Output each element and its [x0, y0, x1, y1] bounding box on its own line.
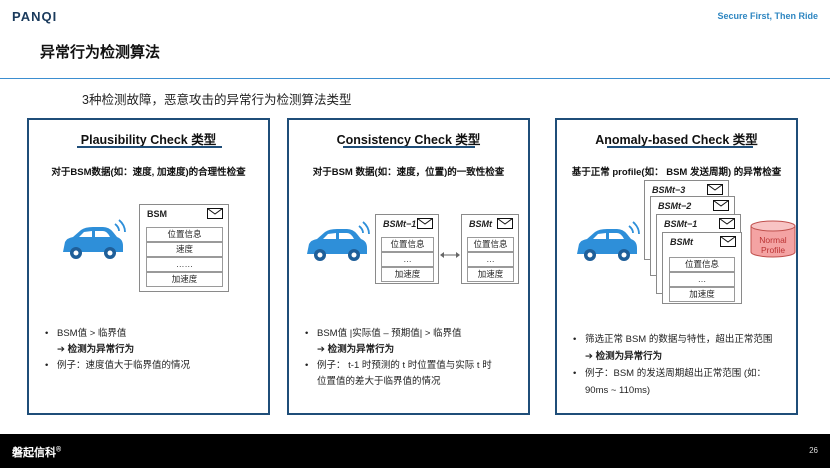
footer-brand: 磐起信科® — [12, 444, 61, 460]
bullet-item: 例子：速度值大于临界值的情况 — [45, 358, 190, 374]
bullet-item-continuation: 位置值的差大于临界值的情况 — [317, 376, 441, 387]
bsm-message-previous: BSMt−1 位置信息 … 加速度 — [375, 214, 439, 284]
title-underline — [607, 146, 753, 148]
bullet-item: BSM值 |实际值 – 预期值| > 临界值 — [305, 326, 492, 342]
panel-description: 对于BSM数据(如：速度, 加速度)的合理性检查 — [51, 167, 246, 178]
panel-anomaly-based-check: Anomaly-based Check 类型 基于正常 profile(如： B… — [555, 118, 798, 415]
bullet-list: BSM值 |实际值 – 预期值| > 临界值 ➔ 检测为异常行为 例子： t-1… — [305, 326, 492, 390]
panel-description: 基于正常 profile(如： BSM 发送周期) 的异常检查 — [571, 167, 782, 178]
bullet-item: 筛选正常 BSM 的数据与特性，超出正常范围 — [573, 331, 772, 348]
bsm-field: 加速度 — [146, 272, 223, 287]
car-icon — [63, 219, 126, 259]
bsm-message: BSM 位置信息 速度 …… 加速度 — [139, 204, 229, 292]
title-underline — [77, 146, 222, 148]
bullet-item: 例子： t-1 时预测的 t 时位置值与实际 t 时 — [305, 358, 492, 374]
bsm-field: 加速度 — [381, 267, 434, 282]
bsm-title: BSMt−1 — [664, 219, 698, 229]
bsm-field: … — [381, 252, 434, 267]
envelope-icon — [207, 208, 223, 219]
bsm-field: 速度 — [146, 242, 223, 257]
envelope-icon — [720, 236, 736, 247]
car-icon — [577, 221, 640, 261]
footer-brand-name: 磐起信科 — [12, 447, 56, 459]
slide-subtitle: 3种检测故障，恶意攻击的异常行为检测算法类型 — [82, 93, 352, 107]
page-number: 26 — [809, 446, 818, 455]
bsm-field: 加速度 — [669, 287, 735, 302]
envelope-icon — [497, 218, 513, 229]
bsm-title: BSMt — [670, 237, 693, 247]
bsm-field: 位置信息 — [381, 237, 434, 252]
normal-profile-line: Normal — [759, 235, 787, 245]
footer-bar: 磐起信科® 26 — [0, 434, 830, 468]
car-icon — [307, 221, 370, 261]
page-title: 异常行为检测算法 — [40, 44, 161, 61]
tagline: Secure First, Then Ride — [717, 11, 818, 21]
compare-arrow-icon — [440, 252, 460, 258]
title-underline — [343, 146, 475, 148]
result-arrow: ➔ 检测为异常行为 — [585, 351, 663, 362]
bsm-field: 位置信息 — [467, 237, 514, 252]
bsm-field: 加速度 — [467, 267, 514, 282]
bullet-list: 筛选正常 BSM 的数据与特性，超出正常范围 ➔ 检测为异常行为 例子：BSM … — [573, 331, 772, 399]
bsm-field: 位置信息 — [146, 227, 223, 242]
bsm-title: BSMt−1 — [383, 219, 417, 229]
panel-plausibility-check: Plausibility Check 类型 对于BSM数据(如：速度, 加速度)… — [27, 118, 270, 415]
normal-profile-label: Normal Profile — [751, 235, 795, 255]
bsm-title: BSM — [147, 209, 167, 219]
result-arrow: ➔ 检测为异常行为 — [57, 344, 135, 355]
bsm-field: … — [467, 252, 514, 267]
bsm-field: …… — [146, 257, 223, 272]
bullet-item: 例子：BSM 的发送周期超出正常范围 (如： — [573, 365, 772, 382]
bsm-field: … — [669, 272, 735, 287]
logo-text: PANQI — [12, 9, 58, 24]
result-arrow: ➔ 检测为异常行为 — [317, 344, 395, 355]
bsm-title: BSMt−2 — [658, 201, 692, 211]
envelope-icon — [719, 218, 735, 229]
normal-profile-line: Profile — [760, 245, 786, 255]
panel-description: 对于BSM 数据(如：速度，位置)的一致性检查 — [312, 167, 505, 178]
bsm-field: 位置信息 — [669, 257, 735, 272]
bullet-item: BSM值 > 临界值 — [45, 326, 190, 342]
envelope-icon — [713, 200, 729, 211]
panel-consistency-check: Consistency Check 类型 对于BSM 数据(如：速度，位置)的一… — [287, 118, 530, 415]
company-logo: PANQI — [12, 9, 57, 24]
bsm-message-current: BSMt 位置信息 … 加速度 — [461, 214, 519, 284]
envelope-icon — [417, 218, 433, 229]
registered-mark: ® — [56, 446, 62, 454]
header-divider — [0, 78, 830, 79]
bullet-item-continuation: 90ms ~ 110ms) — [585, 385, 651, 396]
bsm-title: BSMt−3 — [652, 185, 686, 195]
bullet-list: BSM值 > 临界值 ➔ 检测为异常行为 例子：速度值大于临界值的情况 — [45, 326, 190, 374]
envelope-icon — [707, 184, 723, 195]
bsm-title: BSMt — [469, 219, 492, 229]
bsm-stack-card-current: BSMt 位置信息 … 加速度 — [662, 232, 742, 304]
